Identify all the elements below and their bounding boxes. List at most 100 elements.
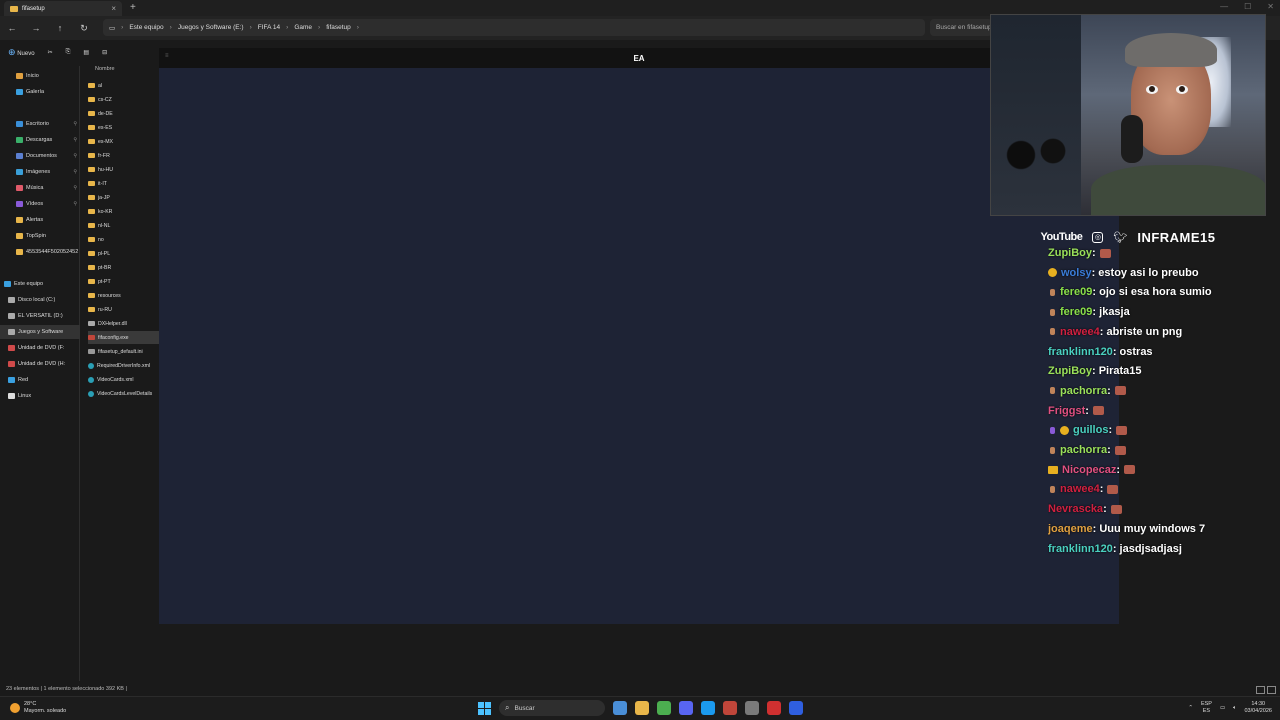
file-row[interactable]: VideoCards.xml xyxy=(88,373,162,386)
file-row[interactable]: resources xyxy=(88,289,162,302)
file-row[interactable]: DXHelper.dll xyxy=(88,317,162,330)
breadcrumb-item[interactable]: FIFA 14 xyxy=(258,24,280,31)
emote-icon xyxy=(1110,504,1122,514)
chat-username: franklinn120 xyxy=(1048,345,1113,358)
file-row[interactable]: de-DE xyxy=(88,107,162,120)
chat-username: guillos xyxy=(1073,424,1109,437)
tiles-view-icon[interactable] xyxy=(1267,686,1276,694)
sidebar-item[interactable]: Unidad de DVD (F: xyxy=(0,341,80,355)
start-button[interactable] xyxy=(478,701,491,715)
file-row[interactable]: es-MX xyxy=(88,135,162,148)
file-row[interactable]: al xyxy=(88,79,162,92)
paste-icon[interactable]: ▤ xyxy=(83,49,89,56)
up-icon[interactable]: ↑ xyxy=(48,23,72,33)
sidebar-item[interactable]: 4553544F502052452 xyxy=(0,245,80,259)
minimize-button[interactable]: — xyxy=(1220,2,1228,11)
folder-icon xyxy=(88,265,95,270)
column-header-name[interactable]: Nombre xyxy=(95,66,115,72)
file-row[interactable]: hu-HU xyxy=(88,163,162,176)
ea-app-icon[interactable] xyxy=(745,701,759,715)
file-row[interactable]: it-IT xyxy=(88,177,162,190)
sidebar-item[interactable]: Este equipo xyxy=(0,277,80,291)
file-row[interactable]: pt-BR xyxy=(88,261,162,274)
folder-icon xyxy=(88,97,95,102)
app-icon[interactable] xyxy=(723,701,737,715)
file-row[interactable]: cs-CZ xyxy=(88,93,162,106)
search-input[interactable]: Buscar en fifasetup xyxy=(930,19,992,36)
file-row[interactable]: fifaconfig.exe xyxy=(88,331,162,344)
sidebar-item[interactable]: Vídeos ⚲ xyxy=(0,197,80,211)
new-button[interactable]: ⊕ Nuevo xyxy=(8,47,35,58)
sidebar-item[interactable]: EL VERSATIL (D:) xyxy=(0,309,80,323)
refresh-icon[interactable]: ↻ xyxy=(72,23,96,34)
sidebar-item[interactable]: Escritorio ⚲ xyxy=(0,117,80,131)
file-name: it-IT xyxy=(98,180,107,187)
file-row[interactable]: ru-RU xyxy=(88,303,162,316)
sidebar-item[interactable]: Inicio xyxy=(0,69,80,83)
back-icon[interactable]: ← xyxy=(0,23,24,33)
launcher-icon[interactable] xyxy=(767,701,781,715)
network-icon[interactable]: ▭ xyxy=(1220,705,1225,711)
breadcrumb-item[interactable]: Este equipo xyxy=(129,24,163,31)
taskbar-search[interactable]: ⌕ Buscar xyxy=(499,700,605,716)
sidebar-item[interactable]: Música ⚲ xyxy=(0,181,80,195)
sidebar-item[interactable]: Alertas xyxy=(0,213,80,227)
sidebar-item[interactable]: Imágenes ⚲ xyxy=(0,165,80,179)
volume-icon[interactable]: 🔈︎ xyxy=(1233,705,1236,712)
sidebar-item[interactable]: Documentos ⚲ xyxy=(0,149,80,163)
maximize-button[interactable]: ☐ xyxy=(1244,2,1251,11)
menu-icon[interactable]: ≡ xyxy=(165,53,169,59)
copy-icon[interactable]: ⎘ xyxy=(66,49,71,56)
file-row[interactable]: fr-FR xyxy=(88,149,162,162)
file-row[interactable]: ko-KR xyxy=(88,205,162,218)
steam-icon[interactable] xyxy=(701,701,715,715)
sidebar-item[interactable]: Galería xyxy=(0,85,80,99)
close-tab-icon[interactable]: × xyxy=(111,4,116,13)
task-view-icon[interactable] xyxy=(613,701,627,715)
ea-logo: EA xyxy=(633,53,645,63)
file-row[interactable]: nl-NL xyxy=(88,219,162,232)
forward-icon[interactable]: → xyxy=(24,23,48,33)
cut-icon[interactable]: ✂ xyxy=(48,49,53,56)
file-row[interactable]: VideoCardsLevelDetails xyxy=(88,387,162,400)
chevron-up-icon[interactable]: ⌃ xyxy=(1188,705,1193,711)
close-button[interactable]: ✕ xyxy=(1267,2,1274,11)
clock[interactable]: 14:30 03/04/2026 xyxy=(1244,701,1272,715)
sidebar-item[interactable]: Linux xyxy=(0,389,80,403)
rename-icon[interactable]: ⊟ xyxy=(102,49,107,56)
sidebar-item[interactable]: TopSpin xyxy=(0,229,80,243)
file-name: no xyxy=(98,236,104,243)
webcam-overlay xyxy=(990,14,1266,216)
chat-username: fere09 xyxy=(1060,306,1093,319)
file-row[interactable]: fifasetup_default.ini xyxy=(88,345,162,358)
breadcrumb-item[interactable]: Game xyxy=(294,24,312,31)
breadcrumb-item[interactable]: Juegos y Software (E:) xyxy=(178,24,244,31)
sidebar-item[interactable]: Juegos y Software xyxy=(0,325,80,339)
breadcrumb[interactable]: ▭ › Este equipo › Juegos y Software (E:)… xyxy=(103,19,925,36)
ea-app-window[interactable]: ≡ EA xyxy=(159,48,1119,624)
pc-icon xyxy=(4,281,11,287)
lang-top: ESP xyxy=(1200,701,1212,707)
edge-icon[interactable] xyxy=(789,701,803,715)
file-row[interactable]: no xyxy=(88,233,162,246)
tab-fifasetup[interactable]: fifasetup × xyxy=(4,1,122,16)
file-row[interactable]: pt-PT xyxy=(88,275,162,288)
new-tab-button[interactable]: + xyxy=(130,2,136,13)
file-row[interactable]: RequiredDriverInfo.xml xyxy=(88,359,162,372)
sidebar-item[interactable]: Red xyxy=(0,373,80,387)
file-row[interactable]: es-ES xyxy=(88,121,162,134)
sidebar-item[interactable]: Disco local (C:) xyxy=(0,293,80,307)
file-row[interactable]: pl-PL xyxy=(88,247,162,260)
details-view-icon[interactable] xyxy=(1256,686,1265,694)
sidebar-item[interactable]: Unidad de DVD (H: xyxy=(0,357,80,371)
drive-icon xyxy=(8,329,15,335)
sidebar-item[interactable]: Descargas ⚲ xyxy=(0,133,80,147)
discord-icon[interactable] xyxy=(679,701,693,715)
file-name: resources xyxy=(98,292,121,299)
language-indicator[interactable]: ESP ES xyxy=(1201,701,1212,715)
breadcrumb-item[interactable]: fifasetup xyxy=(326,24,351,31)
chrome-icon[interactable] xyxy=(657,701,671,715)
file-explorer-icon[interactable] xyxy=(635,701,649,715)
file-row[interactable]: ja-JP xyxy=(88,191,162,204)
weather-widget[interactable]: 28°C Mayorm. soleado xyxy=(10,701,66,715)
